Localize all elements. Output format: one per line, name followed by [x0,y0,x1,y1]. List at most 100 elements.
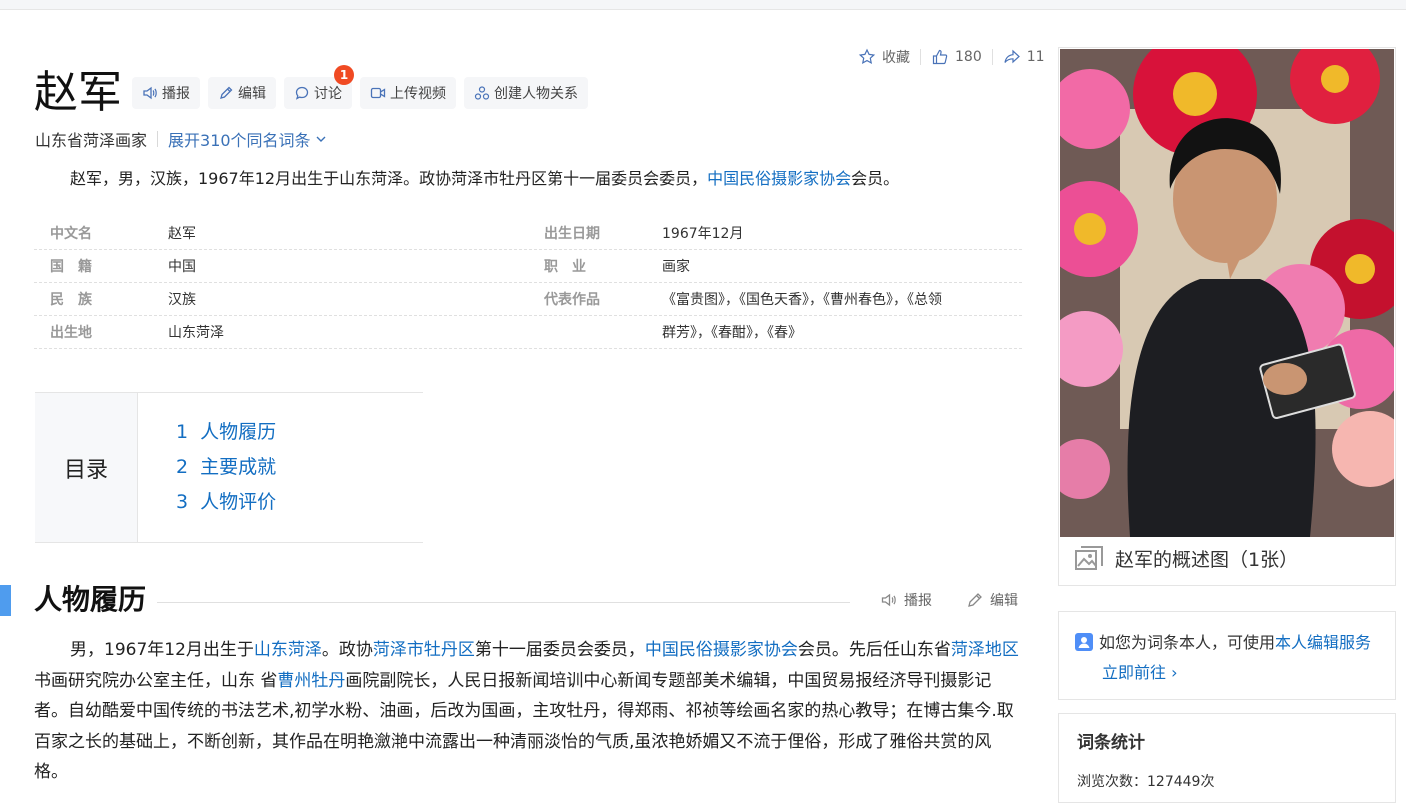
info-key: 出生地 [50,325,92,341]
edit-label: 编辑 [238,86,266,102]
toc-item[interactable]: 3 人物评价 [176,485,276,520]
section-edit-button[interactable]: 编辑 [966,590,1018,610]
info-value: 山东菏泽 [168,325,224,341]
summary-image-card[interactable]: 赵军的概述图（1张） [1058,47,1396,586]
chevron-right-icon: › [1171,663,1178,682]
divider [157,131,159,147]
info-value: 画家 [662,259,690,275]
para-text: 会员。先后任山东省 [797,640,951,660]
edit-button[interactable]: 编辑 [208,77,276,109]
photo-caption[interactable]: 赵军的概述图（1张） [1075,545,1298,572]
like-button[interactable]: 180 [931,48,982,66]
pencil-icon [966,591,984,609]
summary-text: 赵军，男，汉族，1967年12月出生于山东菏泽。政协菏泽市牡丹区第十一届委员会委… [70,169,708,188]
toc-list: 1 人物履历 2 主要成就 3 人物评价 [138,393,276,542]
relation-icon [474,85,490,101]
views-label: 浏览次数： [1077,774,1147,790]
toc-item-label: 人物评价 [200,491,277,513]
para-text: 男，1967年12月出生于 [70,640,254,660]
info-row: 国 籍 中国 职 业 画家 [34,250,1022,283]
toc-number: 2 [176,456,189,478]
info-key: 出生日期 [544,226,600,242]
views-value: 127449次 [1147,774,1215,790]
toc-number: 3 [176,491,189,513]
info-value: 《富贵图》，《国色天香》，《曹州春色》，《总领 [662,292,942,308]
section-title: 人物履历 [34,583,147,616]
favorite-button[interactable]: 收藏 [858,47,910,67]
entry-toolbar: 播报 编辑 讨论 1 上传视频 创建人物关系 [132,65,588,109]
person-icon [1075,633,1093,651]
like-count: 180 [955,49,982,65]
section-broadcast-label: 播报 [904,593,932,609]
summary-text-end: 会员。 [851,169,900,188]
top-bar [0,0,1406,10]
table-of-contents: 目录 1 人物履历 2 主要成就 3 人物评价 [35,392,423,543]
self-edit-link[interactable]: 本人编辑服务 [1275,633,1371,652]
gallery-icon [1075,545,1103,572]
star-icon [858,48,876,66]
toc-label: 目录 [35,393,138,542]
para-link[interactable]: 中国民俗摄影家协会 [645,640,798,660]
speaker-icon [142,85,158,101]
go-now-link[interactable]: 立即前往 › [1075,658,1379,688]
section-broadcast-button[interactable]: 播报 [880,590,932,610]
section-paragraph: 男，1967年12月出生于山东菏泽。政协菏泽市牡丹区第十一届委员会委员，中国民俗… [34,635,1024,788]
info-key: 国 籍 [50,259,92,275]
info-key: 职 业 [544,259,586,275]
para-text: 。政协 [321,640,373,660]
share-icon [1003,48,1021,66]
entry-subtitle: 山东省菏泽画家 展开310个同名词条 [35,127,327,151]
share-button[interactable]: 11 [1003,48,1045,66]
info-key: 代表作品 [544,292,600,308]
para-link[interactable]: 菏泽地区 [951,640,1019,660]
expand-label: 展开310个同名词条 [168,131,311,150]
create-relation-button[interactable]: 创建人物关系 [464,77,588,109]
para-link[interactable]: 菏泽市牡丹区 [373,640,475,660]
upload-video-button[interactable]: 上传视频 [360,77,456,109]
basic-info-table: 中文名 赵军 出生日期 1967年12月 国 籍 中国 职 业 画家 民 族 汉族 代表作… [34,217,1022,349]
views-count: 浏览次数：127449次 [1077,771,1377,791]
para-text: 第十一届委员会委员， [474,640,645,660]
info-value-link[interactable]: 中国 [168,256,528,276]
thumbs-up-icon [931,48,949,66]
divider [991,49,993,65]
go-now-label: 立即前往 [1102,663,1167,682]
toc-number: 1 [176,421,189,443]
info-row: 出生地 山东菏泽 群芳》，《春酣》，《春》 [34,316,1022,349]
toc-item[interactable]: 2 主要成就 [176,450,276,485]
entry-stats-card: 词条统计 浏览次数：127449次 [1058,713,1396,803]
broadcast-label: 播报 [162,86,190,102]
info-key: 中文名 [50,226,92,242]
broadcast-button[interactable]: 播报 [132,77,200,109]
toc-item-label: 人物履历 [200,421,277,443]
create-relation-label: 创建人物关系 [494,86,578,102]
stats-title: 词条统计 [1077,733,1145,753]
speaker-icon [880,591,898,609]
para-link[interactable]: 曹州牡丹 [277,671,345,691]
subtitle-text: 山东省菏泽画家 [35,131,148,150]
info-value: 群芳》，《春酣》，《春》 [662,325,802,341]
discuss-button[interactable]: 讨论 1 [284,65,354,109]
expand-homonyms-link[interactable]: 展开310个同名词条 [168,127,327,151]
info-value: 汉族 [168,292,196,308]
info-value: 赵军 [168,226,196,242]
chevron-down-icon [315,130,327,149]
notification-badge: 1 [334,65,354,85]
section-divider [157,602,850,603]
para-link[interactable]: 山东菏泽 [254,640,322,660]
info-key: 民 族 [50,292,92,308]
toc-item[interactable]: 1 人物履历 [176,415,276,450]
toc-item-label: 主要成就 [200,456,277,478]
portrait-photo[interactable] [1060,49,1394,537]
entry-summary: 赵军，男，汉族，1967年12月出生于山东菏泽。政协菏泽市牡丹区第十一届委员会委… [34,166,1024,192]
divider [920,49,921,65]
discuss-label: 讨论 [314,86,342,102]
self-edit-card: 如您为词条本人，可使用本人编辑服务 立即前往 › [1058,611,1396,700]
para-text: 书画研究院办公室主任，山东 省 [34,670,278,691]
info-row: 民 族 汉族 代表作品 《富贵图》，《国色天香》，《曹州春色》，《总领 [34,283,1022,316]
self-edit-text: 如您为词条本人，可使用 [1099,633,1276,652]
upload-video-label: 上传视频 [390,86,446,102]
summary-link[interactable]: 中国民俗摄影家协会 [707,169,851,188]
section-marker [0,585,11,616]
chat-icon [294,85,310,101]
